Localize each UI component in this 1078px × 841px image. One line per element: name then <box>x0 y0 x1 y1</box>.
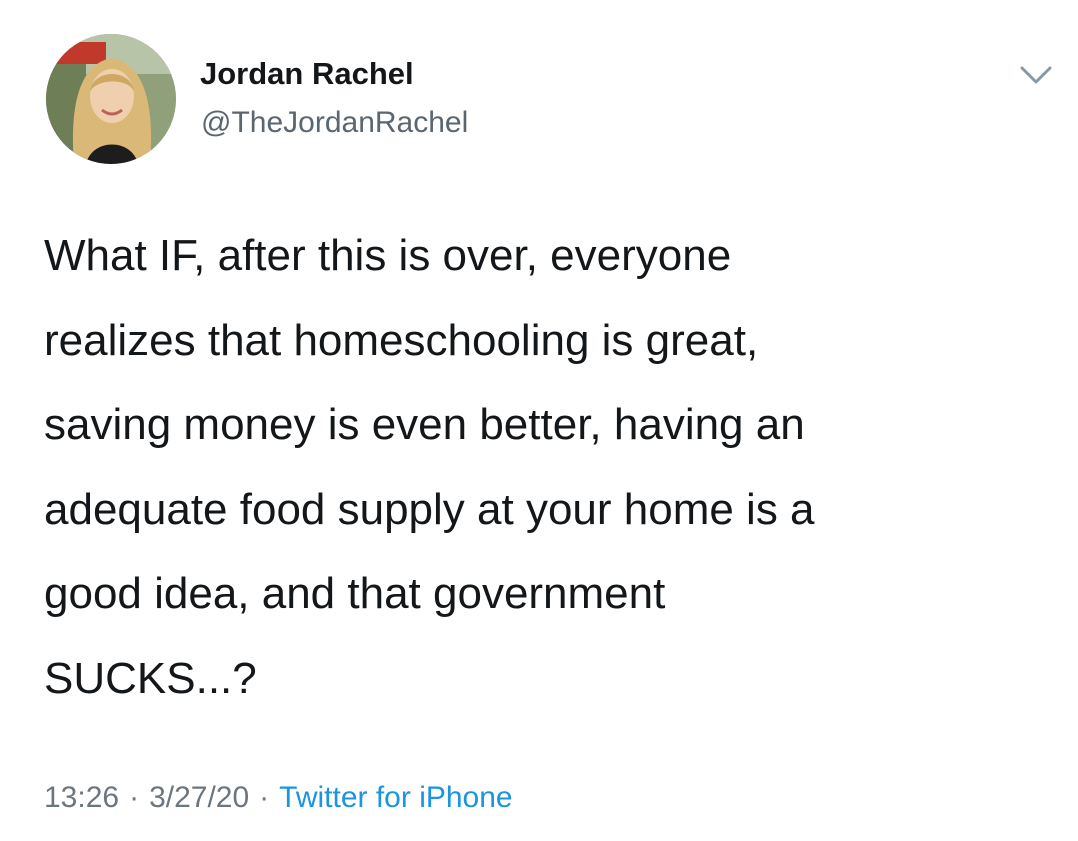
tweet-text-line: saving money is even better, having an <box>44 400 805 449</box>
tweet-date[interactable]: 3/27/20 <box>149 781 249 814</box>
tweet-text-line: adequate food supply at your home is a <box>44 484 815 534</box>
tweet-text: What IF, after this is over, everyone re… <box>44 214 1044 721</box>
tweet-text-line: good idea, and that government <box>44 569 666 618</box>
tweet-text-line: SUCKS...? <box>44 653 257 703</box>
avatar[interactable] <box>46 34 176 164</box>
tweet-text-line: realizes that homeschooling is great, <box>44 315 759 365</box>
separator: · <box>129 781 140 814</box>
tweet-text-line: What IF, after this is over, everyone <box>44 231 732 280</box>
display-name[interactable]: Jordan Rachel <box>200 56 414 92</box>
avatar-image <box>46 34 176 164</box>
separator: · <box>259 781 270 814</box>
chevron-down-icon[interactable] <box>1018 62 1054 88</box>
tweet-card: Jordan Rachel @TheJordanRachel What IF, … <box>0 0 1078 841</box>
tweet-source-link[interactable]: Twitter for iPhone <box>279 781 512 814</box>
tweet-metadata: 13:26 · 3/27/20 · Twitter for iPhone <box>44 781 513 815</box>
tweet-time[interactable]: 13:26 <box>44 781 119 814</box>
user-handle[interactable]: @TheJordanRachel <box>201 106 468 140</box>
